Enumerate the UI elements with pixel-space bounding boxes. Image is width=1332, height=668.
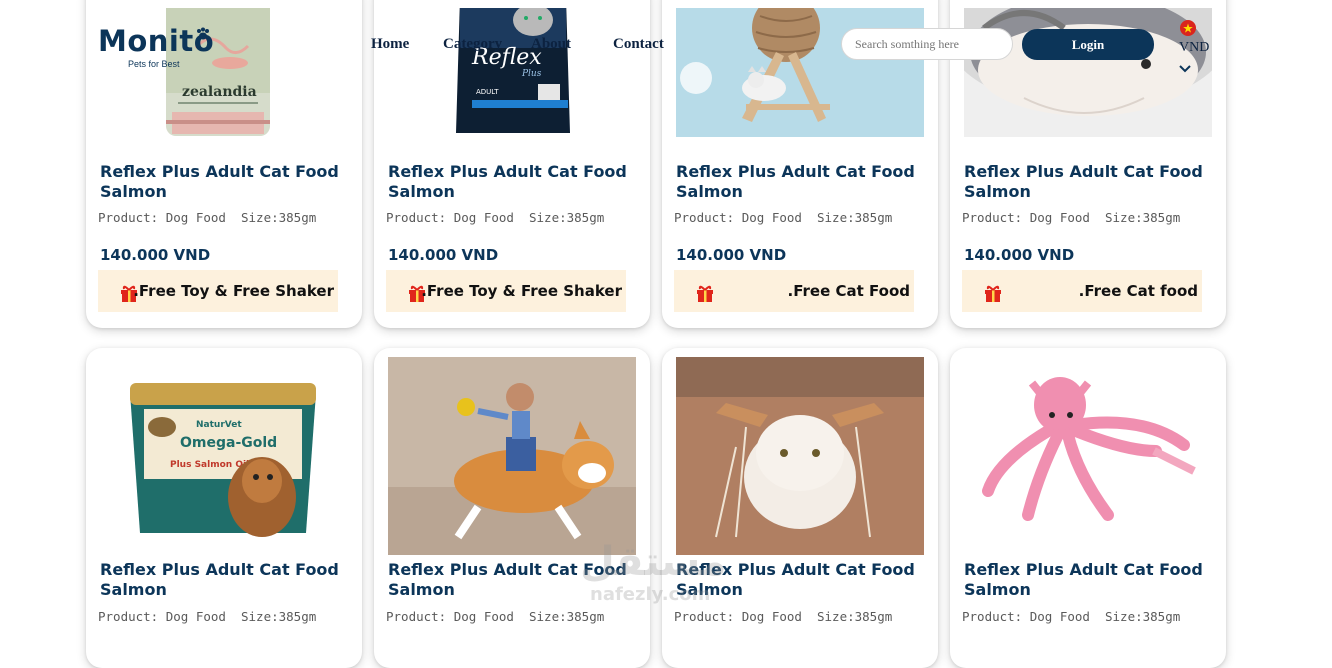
product-card[interactable]: Reflex Plus Adult Cat Food Salmon Produc… [374,348,650,668]
watermark: مستقل nafezly.com [580,540,726,605]
chevron-down-icon[interactable] [1179,60,1191,78]
promo-banner: .Free Toy & Free Shaker [386,270,626,312]
product-meta: Product: Dog Food Size:385gm [386,210,605,225]
product-price: 140.000 VND [100,246,211,264]
product-image[interactable] [676,357,924,555]
product-card[interactable]: NaturVet Omega-Gold Plus Salmon Oil Refl… [86,348,362,668]
product-meta: Product: Dog Food Size:385gm [98,210,317,225]
product-image[interactable] [964,357,1212,555]
promo-text: .Free Toy & Free Shaker [133,282,334,300]
currency-label: VND [1179,40,1210,55]
nav-about[interactable]: About [531,36,571,53]
promo-banner: .Free Cat food [962,270,1202,312]
promo-banner: .Free Toy & Free Shaker [98,270,338,312]
product-title[interactable]: Reflex Plus Adult Cat Food Salmon [964,162,1214,201]
logo-tagline: Pets for Best [128,59,180,69]
svg-text:Plus Salmon Oil: Plus Salmon Oil [170,460,249,470]
product-title[interactable]: Reflex Plus Adult Cat Food Salmon [676,162,926,201]
product-meta: Product: Dog Food Size:385gm [674,210,893,225]
product-meta: Product: Dog Food Size:385gm [98,609,317,624]
product-card[interactable]: Reflex Plus Adult Cat Food Salmon Produc… [950,348,1226,668]
product-price: 140.000 VND [676,246,787,264]
product-meta: Product: Dog Food Size:385gm [962,609,1181,624]
vietnam-flag-icon [1180,20,1196,41]
promo-banner: .Free Cat Food [674,270,914,312]
svg-text:zealandia: zealandia [182,84,257,100]
product-title[interactable]: Reflex Plus Adult Cat Food Salmon [100,162,350,201]
product-meta: Product: Dog Food Size:385gm [386,609,605,624]
product-image[interactable]: Reflex Plus ADULT [388,8,636,137]
product-title[interactable]: Reflex Plus Adult Cat Food Salmon [964,560,1214,599]
product-card[interactable]: Reflex Plus Adult Cat Food Salmon Produc… [662,348,938,668]
login-button[interactable]: Login [1022,29,1154,60]
promo-text: .Free Cat food [1078,282,1198,300]
product-image[interactable] [964,8,1212,137]
svg-text:Plus: Plus [521,69,542,79]
product-price: 140.000 VND [388,246,499,264]
product-grid: zealandia Reflex Plus Adult Cat Food Sal… [0,0,1332,668]
site-logo[interactable]: Monito Pets for Best [98,24,214,69]
product-title[interactable]: Reflex Plus Adult Cat Food Salmon [100,560,350,599]
svg-text:Omega-Gold: Omega-Gold [180,435,277,451]
product-image[interactable]: NaturVet Omega-Gold Plus Salmon Oil [100,357,348,555]
watermark-latin: nafezly.com [590,584,711,605]
promo-text: .Free Toy & Free Shaker [421,282,622,300]
nav-home[interactable]: Home [371,36,409,53]
paw-icon [196,27,210,46]
search-input[interactable] [841,28,1013,60]
gift-icon [984,284,1002,307]
gift-icon [696,284,714,307]
product-price: 140.000 VND [964,246,1075,264]
promo-text: .Free Cat Food [787,282,910,300]
product-meta: Product: Dog Food Size:385gm [674,609,893,624]
svg-text:NaturVet: NaturVet [196,420,242,430]
nav-contact[interactable]: Contact [613,36,664,53]
product-card[interactable]: Reflex Plus ADULT Reflex Plus Adult Cat … [374,0,650,328]
product-title[interactable]: Reflex Plus Adult Cat Food Salmon [388,162,638,201]
product-meta: Product: Dog Food Size:385gm [962,210,1181,225]
watermark-arabic: مستقل [580,539,727,585]
nav-category[interactable]: Category [443,36,502,53]
product-image[interactable] [388,357,636,555]
svg-text:ADULT: ADULT [476,88,499,96]
